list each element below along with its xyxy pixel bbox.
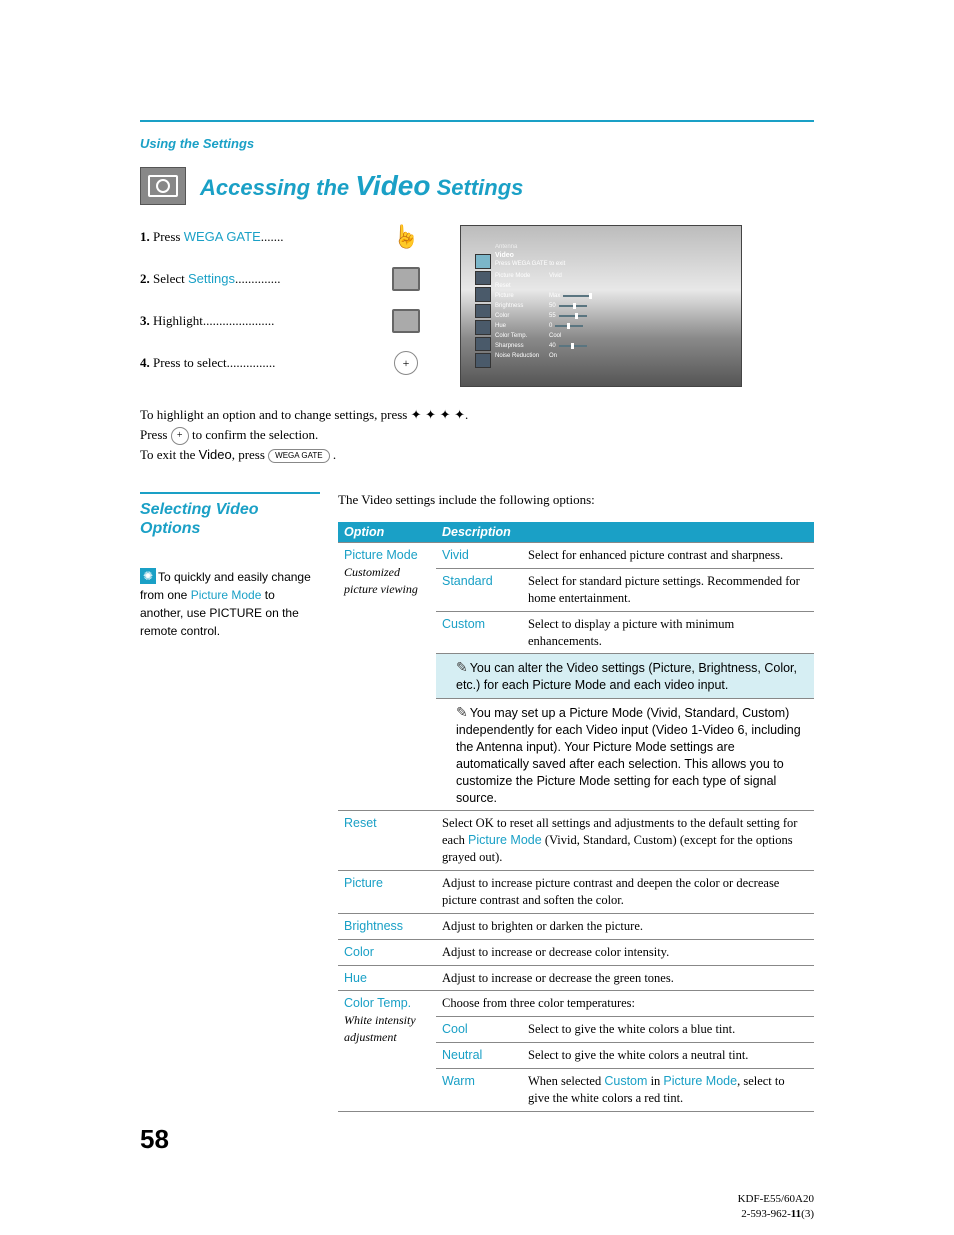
opt-color-temp: Color Temp. [344,996,411,1010]
select-circle-inline-icon: + [171,427,189,445]
step-4: 4. Press to select............... + [140,351,420,375]
options-table: Option Description Picture Mode Customiz… [338,522,814,1112]
settings-box-icon [392,267,420,291]
opt-color: Color [344,945,374,959]
footer-model: KDF-E55/60A20 2-593-962-11(3) [738,1192,814,1221]
video-settings-icon [140,167,186,205]
col-header-option: Option [338,522,436,543]
opt-picture-mode: Picture Mode [344,548,418,562]
opt-picture: Picture [344,876,383,890]
highlight-box-icon [392,309,420,333]
tip-box: ✺To quickly and easily change from one P… [140,568,320,640]
col-header-description: Description [436,522,814,543]
osd-preview: Antenna Video Press WEGA GATE to exit Pi… [460,225,742,387]
wega-gate-button-icon: WEGA GATE [268,449,329,463]
opt-hue: Hue [344,971,367,985]
opt-reset: Reset [344,816,377,830]
note-icon: ✎ [456,658,468,677]
select-circle-icon: + [392,351,420,375]
step-2: 2. Select Settings.............. [140,267,420,291]
page-title: Accessing the Video Settings [200,170,523,202]
note-icon: ✎ [456,703,468,722]
breadcrumb: Using the Settings [140,136,814,151]
section-subhead: Selecting Video Options [140,492,320,538]
page-number: 58 [140,1124,169,1155]
page-title-row: Accessing the Video Settings [140,167,814,205]
opt-brightness: Brightness [344,919,403,933]
press-hand-icon: ☝ [392,225,420,249]
step-1: 1. Press WEGA GATE....... ☝ [140,225,420,249]
steps-list: 1. Press WEGA GATE....... ☝ 2. Select Se… [140,225,420,393]
step-3: 3. Highlight...................... [140,309,420,333]
intro-text: The Video settings include the following… [338,492,814,508]
instructions: To highlight an option and to change set… [140,405,814,464]
tip-bulb-icon: ✺ [140,568,156,584]
